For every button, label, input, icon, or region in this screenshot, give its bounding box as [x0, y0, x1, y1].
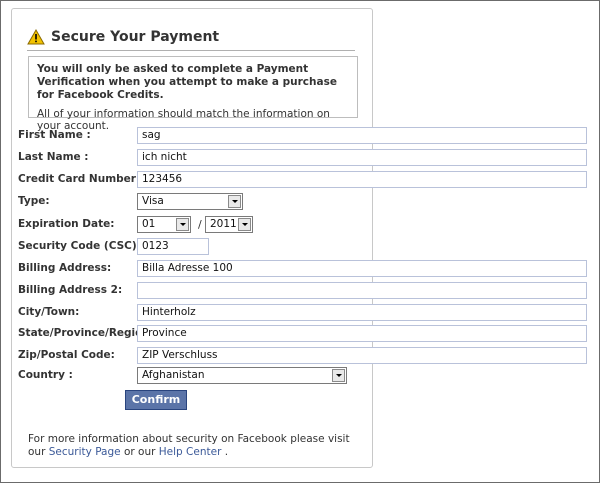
first-name-label: First Name : — [18, 129, 91, 141]
help-center-link[interactable]: Help Center — [159, 446, 222, 458]
last-name-label: Last Name : — [18, 151, 89, 163]
country-select[interactable]: Afghanistan — [137, 367, 347, 384]
header: Secure Your Payment — [27, 24, 355, 51]
billing-address-2-label: Billing Address 2: — [18, 284, 123, 296]
chevron-down-icon — [228, 195, 241, 208]
type-label: Type: — [18, 195, 50, 207]
card-number-label: Credit Card Number: — [18, 173, 141, 185]
last-name-input[interactable]: ich nicht — [137, 149, 587, 166]
country-label: Country : — [18, 369, 73, 381]
zip-label: Zip/Postal Code: — [18, 349, 115, 361]
verification-notice: You will only be asked to complete a Pay… — [28, 56, 358, 132]
expiration-month-value: 01 — [142, 218, 156, 230]
notice-bold-text: You will only be asked to complete a Pay… — [37, 63, 337, 101]
city-input[interactable]: Hinterholz — [137, 304, 587, 321]
security-code-label: Security Code (CSC): — [18, 240, 141, 252]
country-value: Afghanistan — [142, 369, 205, 381]
card-number-input[interactable]: 123456 — [137, 171, 587, 188]
card-type-select[interactable]: Visa — [137, 193, 243, 210]
billing-address-input[interactable]: Billa Adresse 100 — [137, 260, 587, 277]
state-label: State/Province/Region: — [18, 327, 155, 339]
state-input[interactable]: Province — [137, 325, 587, 342]
billing-address-label: Billing Address: — [18, 262, 112, 274]
security-footer: For more information about security on F… — [28, 433, 358, 459]
warning-icon — [27, 29, 45, 45]
expiration-year-value: 2011 — [210, 218, 237, 230]
first-name-input[interactable]: sag — [137, 127, 587, 144]
confirm-button[interactable]: Confirm — [125, 390, 187, 410]
chevron-down-icon — [238, 218, 251, 231]
footer-text-middle: or our — [120, 446, 159, 458]
chevron-down-icon — [332, 369, 345, 382]
page-title: Secure Your Payment — [51, 29, 220, 45]
billing-address-2-input[interactable] — [137, 282, 587, 299]
expiration-month-select[interactable]: 01 — [137, 216, 191, 233]
zip-input[interactable]: ZIP Verschluss — [137, 347, 587, 364]
security-page-link[interactable]: Security Page — [49, 446, 121, 458]
expiration-year-select[interactable]: 2011 — [205, 216, 253, 233]
card-type-value: Visa — [142, 195, 164, 207]
chevron-down-icon — [176, 218, 189, 231]
expiration-label: Expiration Date: — [18, 218, 115, 230]
security-code-input[interactable]: 0123 — [137, 238, 209, 255]
city-label: City/Town: — [18, 306, 80, 318]
expiration-separator: / — [198, 218, 202, 231]
footer-text-after: . — [221, 446, 229, 458]
